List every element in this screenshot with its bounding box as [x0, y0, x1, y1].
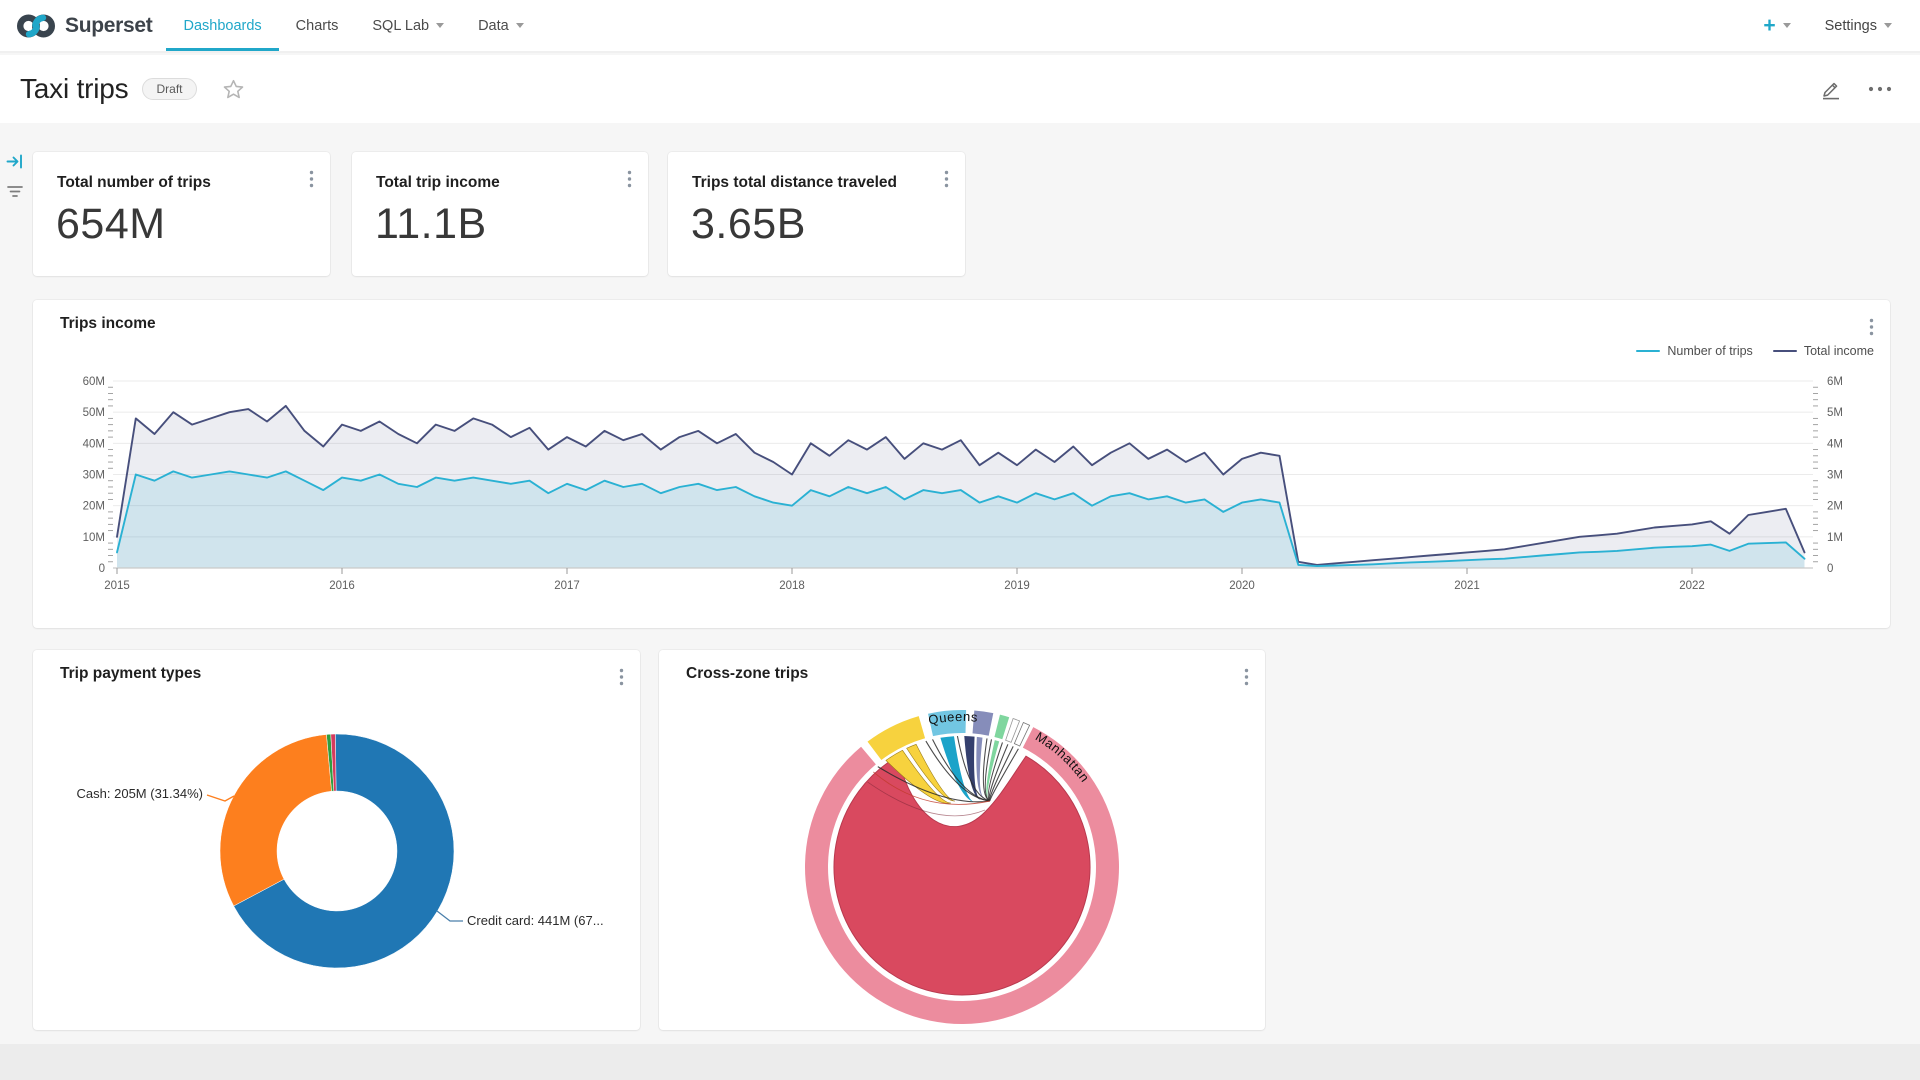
trip-payment-types-donut-chart: Cash: 205M (31.34%) Credit card: 441M (67…: [33, 690, 640, 1030]
svg-text:4M: 4M: [1827, 438, 1843, 450]
kpi-card-total-income: Total trip income 11.1B: [352, 152, 648, 276]
ellipsis-icon: [1868, 85, 1892, 93]
navbar-right: + Settings: [1763, 0, 1920, 51]
svg-text:20M: 20M: [83, 501, 105, 513]
filter-icon: [6, 183, 24, 199]
chart-card-cross-zone-trips: Cross-zone trips QueensManhattan: [659, 650, 1265, 1030]
nav-item-data[interactable]: Data: [461, 0, 541, 51]
svg-text:2016: 2016: [329, 580, 355, 592]
donut-callout-cash: Cash: 205M (31.34%): [77, 786, 203, 801]
dashboard-header: Taxi trips Draft: [0, 55, 1920, 123]
kpi-card-total-distance: Trips total distance traveled 3.65B: [668, 152, 965, 276]
bottom-gutter: [0, 1044, 1920, 1080]
chevron-down-icon: [1884, 23, 1892, 28]
chevron-down-icon: [516, 23, 524, 28]
chevron-down-icon: [1783, 23, 1791, 28]
pencil-icon: [1820, 78, 1842, 100]
status-badge: Draft: [142, 78, 196, 100]
svg-text:5M: 5M: [1827, 407, 1843, 419]
star-icon: [223, 79, 244, 100]
svg-text:50M: 50M: [83, 407, 105, 419]
favorite-star-button[interactable]: [223, 79, 244, 100]
nav-item-dashboards[interactable]: Dashboards: [166, 0, 278, 51]
kpi-value: 11.1B: [375, 200, 487, 249]
edit-dashboard-button[interactable]: [1820, 78, 1842, 100]
brand-name: Superset: [65, 14, 152, 38]
more-actions-button[interactable]: [1868, 85, 1892, 93]
kpi-value: 654M: [56, 200, 166, 249]
svg-text:1M: 1M: [1827, 532, 1843, 544]
trips-income-line-chart: 0 10M 20M 30M 40M 50M 60M 0 1M 2M 3M 4M 5M 6M 2015 2016…: [33, 328, 1890, 628]
kpi-card-total-trips: Total number of trips 654M: [33, 152, 330, 276]
svg-text:2M: 2M: [1827, 501, 1843, 513]
svg-text:2022: 2022: [1679, 580, 1705, 592]
svg-text:2018: 2018: [779, 580, 805, 592]
expand-icon: [6, 153, 24, 170]
svg-text:3M: 3M: [1827, 470, 1843, 482]
filter-options-button[interactable]: [6, 183, 24, 204]
svg-text:2020: 2020: [1229, 580, 1255, 592]
cross-zone-trips-chord-chart: QueensManhattan: [659, 680, 1265, 1030]
kpi-title: Trips total distance traveled: [692, 174, 897, 192]
svg-text:0: 0: [1827, 563, 1833, 575]
ribbon-manhattan-self[interactable]: [834, 756, 1090, 995]
chart-options-menu[interactable]: [940, 166, 953, 197]
kpi-value: 3.65B: [691, 200, 806, 249]
top-navbar: Superset Dashboards Charts SQL Lab Data …: [0, 0, 1920, 53]
plus-icon: +: [1763, 15, 1775, 36]
svg-text:10M: 10M: [83, 532, 105, 544]
nav-item-sql-lab[interactable]: SQL Lab: [355, 0, 461, 51]
superset-infinity-icon: [16, 11, 56, 41]
chart-title: Trip payment types: [60, 665, 201, 683]
svg-text:2021: 2021: [1454, 580, 1480, 592]
svg-text:2015: 2015: [104, 580, 130, 592]
svg-text:6M: 6M: [1827, 376, 1843, 388]
nav-item-charts[interactable]: Charts: [279, 0, 356, 51]
page-title: Taxi trips: [20, 73, 128, 105]
donut-callout-credit-card: Credit card: 441M (67...: [467, 913, 604, 928]
chart-options-menu[interactable]: [305, 166, 318, 197]
kpi-title: Total trip income: [376, 174, 500, 192]
settings-menu[interactable]: Settings: [1825, 18, 1892, 34]
chart-options-menu[interactable]: [623, 166, 636, 197]
svg-text:0: 0: [99, 563, 105, 575]
chevron-down-icon: [436, 23, 444, 28]
chart-card-trips-income: Trips income Number of tripsTotal income…: [33, 300, 1890, 628]
chart-card-trip-payment-types: Trip payment types Cash: 205M (31.34%) Cr…: [33, 650, 640, 1030]
filter-bar-rail: [0, 123, 32, 1044]
new-item-button[interactable]: +: [1763, 15, 1790, 36]
dashboard-content: Total number of trips 654M Total trip in…: [0, 123, 1920, 1044]
header-actions: [1820, 78, 1892, 100]
svg-text:2019: 2019: [1004, 580, 1030, 592]
svg-text:2017: 2017: [554, 580, 580, 592]
superset-dashboard-screen: Superset Dashboards Charts SQL Lab Data …: [0, 0, 1920, 1080]
svg-text:60M: 60M: [83, 376, 105, 388]
svg-text:30M: 30M: [83, 470, 105, 482]
main-nav: Dashboards Charts SQL Lab Data: [166, 0, 540, 51]
svg-text:40M: 40M: [83, 438, 105, 450]
superset-logo[interactable]: Superset: [0, 0, 166, 51]
donut-slice-cash[interactable]: [220, 734, 332, 905]
expand-filter-bar-button[interactable]: [6, 153, 24, 175]
kpi-title: Total number of trips: [57, 174, 211, 192]
